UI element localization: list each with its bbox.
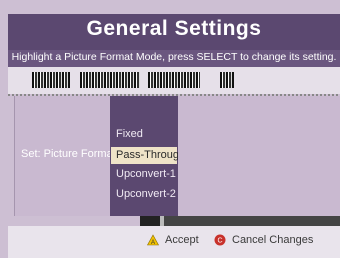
hint-text: Highlight a Picture Format Mode, press S… <box>11 51 337 63</box>
scrambled-graphic <box>220 72 234 88</box>
settings-screen: General Settings Highlight a Picture For… <box>0 0 340 258</box>
option-upconvert-1[interactable]: Upconvert-1 <box>116 168 176 180</box>
option-fixed[interactable]: Fixed <box>116 128 143 140</box>
svg-text:A: A <box>151 240 155 246</box>
option-pass-through[interactable]: Pass-Through <box>111 147 185 164</box>
scrambled-graphic <box>32 72 70 88</box>
scrambled-graphic <box>80 72 140 88</box>
circle-c-icon[interactable]: C <box>214 234 226 246</box>
cancel-changes-label[interactable]: Cancel Changes <box>232 234 313 246</box>
page-title: General Settings <box>86 17 262 40</box>
accept-label[interactable]: Accept <box>165 234 199 246</box>
svg-text:C: C <box>217 238 222 245</box>
scrambled-strip <box>140 216 340 226</box>
preview-band <box>8 67 340 94</box>
option-upconvert-2[interactable]: Upconvert-2 <box>116 188 176 200</box>
triangle-a-icon[interactable]: A <box>147 234 159 246</box>
scrambled-graphic <box>148 72 200 88</box>
setting-label: Set: Picture Format <box>21 148 116 160</box>
preview-panel <box>178 96 340 216</box>
